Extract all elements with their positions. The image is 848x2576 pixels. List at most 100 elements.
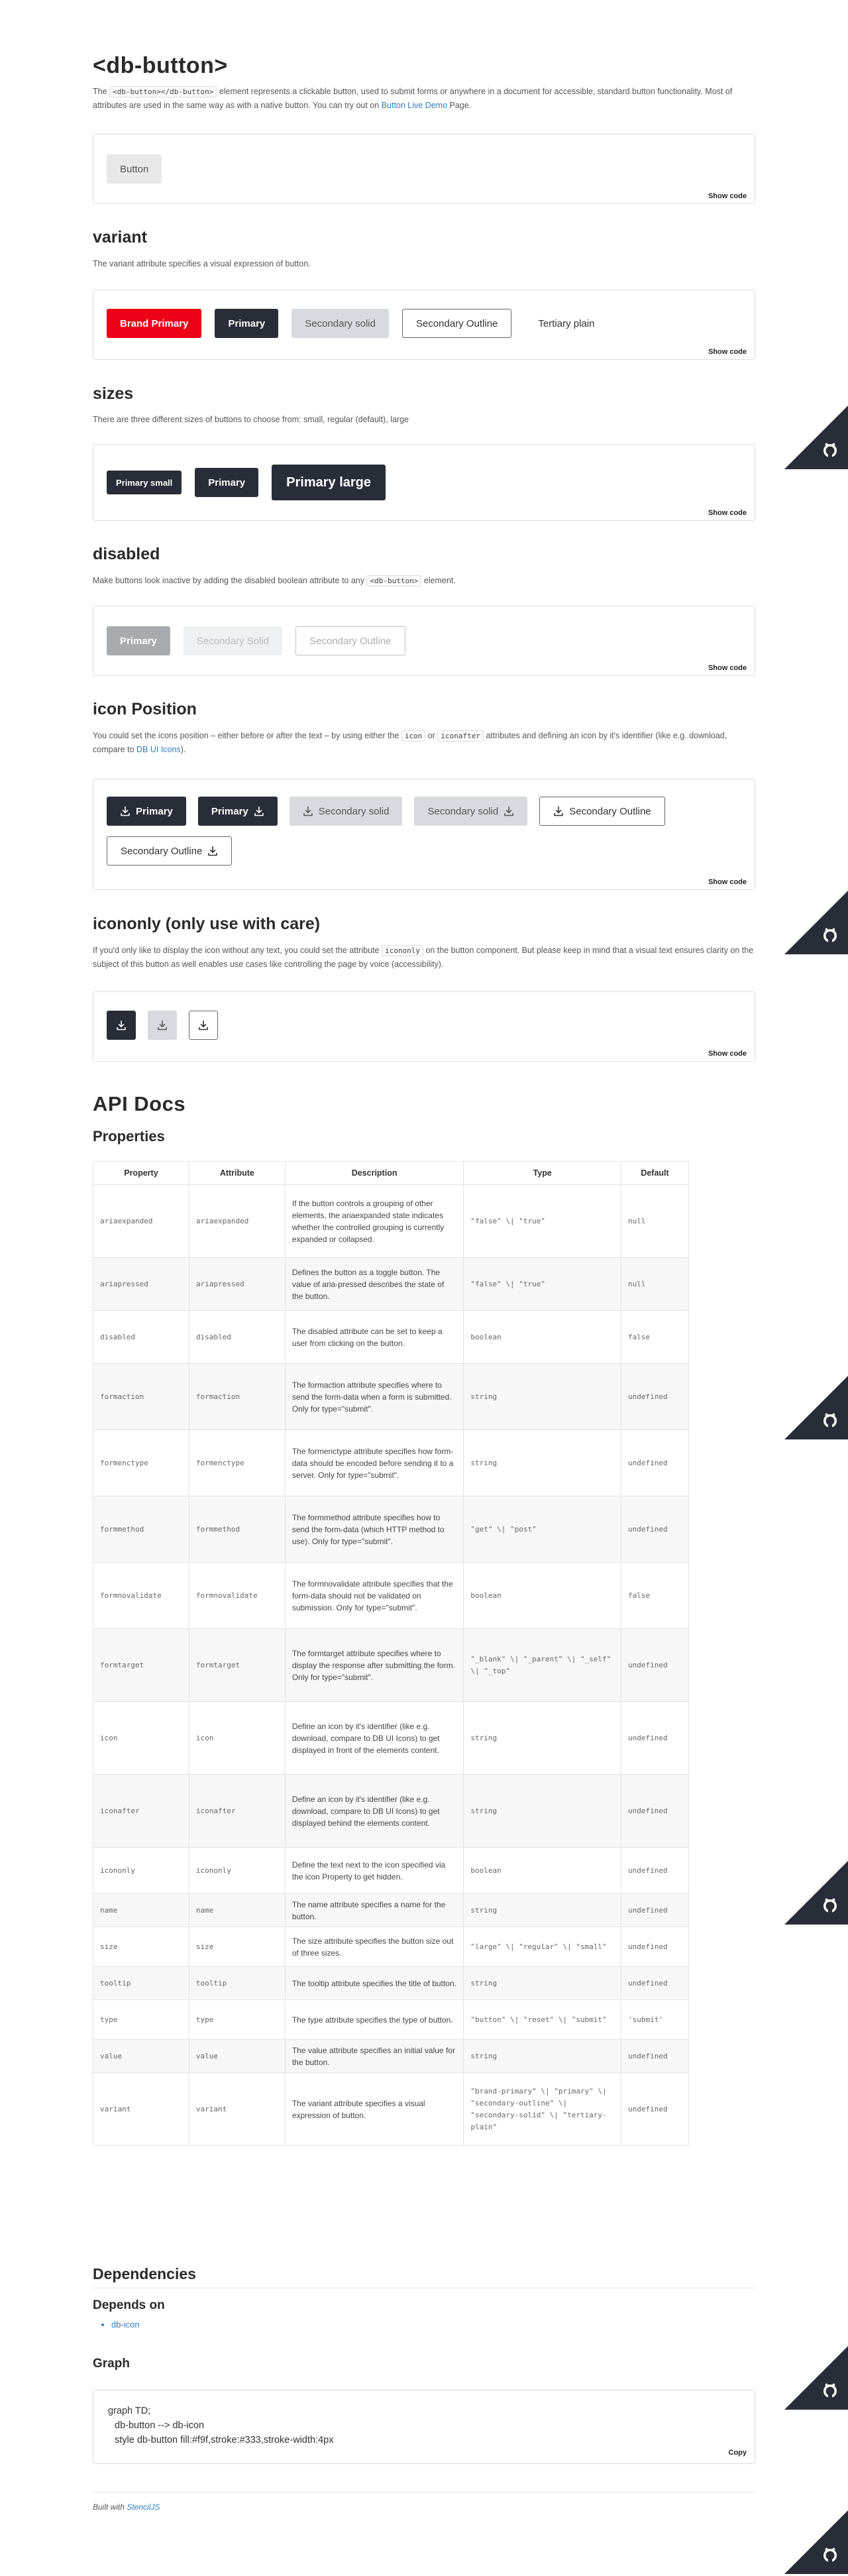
primary-icon-before-button[interactable]: Primary	[107, 797, 186, 826]
show-code-button[interactable]: Show code	[705, 191, 749, 201]
default-cell: undefined	[621, 1429, 689, 1496]
disabled-primary-button: Primary	[107, 626, 170, 655]
secondary-solid-icon-after-button[interactable]: Secondary solid	[414, 797, 528, 826]
brand-primary-button[interactable]: Brand Primary	[107, 309, 202, 338]
default-button[interactable]: Button	[107, 154, 162, 184]
sizes-demo-box: Primary small Primary Primary large Show…	[93, 444, 755, 521]
attribute-cell: icononly	[188, 1847, 286, 1894]
depends-on-list: db-icon	[93, 2320, 140, 2329]
disabled-description: Make buttons look inactive by adding the…	[93, 575, 456, 587]
stenciljs-link[interactable]: StencilJS	[127, 2502, 160, 2512]
primary-regular-button[interactable]: Primary	[195, 468, 259, 497]
type-cell: "button" \| "reset" \| "submit"	[463, 1999, 621, 2040]
secondary-solid-icononly-button[interactable]	[148, 1011, 177, 1040]
attribute-cell: variant	[188, 2072, 286, 2146]
type-cell: string	[463, 1774, 621, 1848]
show-code-button[interactable]: Show code	[705, 1048, 749, 1059]
type-cell: string	[463, 1429, 621, 1496]
type-cell: "brand-primary" \| "primary" \| "seconda…	[463, 2072, 621, 2146]
secondary-outline-icon-after-button[interactable]: Secondary Outline	[107, 836, 233, 866]
property-cell: disabled	[93, 1310, 189, 1364]
attribute-cell: formaction	[188, 1363, 286, 1430]
primary-button[interactable]: Primary	[215, 309, 279, 338]
secondary-outline-icon-before-button[interactable]: Secondary Outline	[539, 797, 665, 826]
github-corner-link[interactable]	[784, 1376, 848, 1439]
property-cell: formenctype	[93, 1429, 189, 1496]
secondary-solid-button[interactable]: Secondary solid	[292, 309, 389, 338]
table-row: disabled disabled The disabled attribute c…	[93, 1310, 689, 1364]
graph-code-box: graph TD; db-button --> db-icon style db…	[93, 2390, 755, 2464]
type-cell: "_blank" \| "_parent" \| "_self" \| "_to…	[463, 1628, 621, 1702]
list-item: db-icon	[111, 2320, 140, 2329]
github-corner-link[interactable]	[784, 2510, 848, 2574]
download-icon	[207, 846, 218, 856]
secondary-outline-icononly-button[interactable]	[189, 1011, 218, 1040]
show-code-button[interactable]: Show code	[705, 663, 749, 673]
github-corner-link[interactable]	[784, 1861, 848, 1925]
type-cell: "large" \| "regular" \| "small"	[463, 1927, 621, 1967]
download-icon	[254, 806, 264, 816]
disabled-demo-box: Primary Secondary Solid Secondary Outlin…	[93, 606, 755, 676]
github-corner-link[interactable]	[784, 406, 848, 469]
show-code-button[interactable]: Show code	[705, 508, 749, 518]
type-cell: string	[463, 2039, 621, 2073]
download-icon	[198, 1020, 209, 1031]
github-icon	[784, 406, 848, 469]
graph-code: graph TD; db-button --> db-icon style db…	[108, 2406, 334, 2445]
section-title-variant: variant	[93, 228, 147, 247]
type-cell: "false" \| "true"	[463, 1184, 621, 1258]
primary-large-button[interactable]: Primary large	[272, 465, 386, 500]
inline-code: <db-button></db-button>	[109, 86, 217, 97]
description-cell: If the button controls a grouping of oth…	[284, 1184, 464, 1258]
section-title-disabled: disabled	[93, 545, 160, 563]
table-row: icon icon Define an icon by it's identifie…	[93, 1701, 689, 1775]
tertiary-plain-button[interactable]: Tertiary plain	[525, 309, 608, 338]
db-ui-icons-link[interactable]: DB UI Icons	[136, 745, 181, 754]
default-cell: false	[621, 1310, 689, 1364]
icon-position-demo-box: Primary Primary Secondary solid Secondar…	[93, 779, 755, 890]
description-cell: Define an icon by it's identifier (like …	[284, 1774, 464, 1848]
show-code-button[interactable]: Show code	[705, 877, 749, 887]
download-icon	[120, 806, 131, 816]
description-cell: The formtarget attribute specifies where…	[284, 1628, 464, 1702]
property-cell: value	[93, 2039, 189, 2073]
table-row: value value The value attribute specifies …	[93, 2039, 689, 2073]
table-row: formnovalidate formnovalidate The formnova…	[93, 1562, 689, 1629]
inline-code: <db-button>	[366, 575, 422, 587]
primary-icononly-button[interactable]	[107, 1011, 136, 1040]
secondary-solid-icon-before-button[interactable]: Secondary solid	[289, 797, 403, 826]
primary-icon-after-button[interactable]: Primary	[197, 797, 278, 826]
table-row: formmethod formmethod The formmethod attri…	[93, 1496, 689, 1563]
attribute-cell: tooltip	[188, 1966, 286, 2000]
show-code-button[interactable]: Show code	[705, 347, 749, 357]
attribute-cell: formnovalidate	[188, 1562, 286, 1629]
github-icon	[784, 891, 848, 954]
property-cell: icon	[93, 1701, 189, 1775]
type-cell: boolean	[463, 1310, 621, 1364]
property-cell: iconafter	[93, 1774, 189, 1848]
github-corner-link[interactable]	[784, 891, 848, 954]
description-cell: The formmethod attribute specifies how t…	[284, 1496, 464, 1563]
attribute-cell: size	[188, 1927, 286, 1967]
primary-small-button[interactable]: Primary small	[107, 471, 182, 494]
type-cell: string	[463, 1893, 621, 1927]
db-icon-link[interactable]: db-icon	[111, 2320, 140, 2329]
download-icon	[116, 1020, 127, 1031]
copy-button[interactable]: Copy	[725, 2444, 749, 2461]
type-cell: boolean	[463, 1562, 621, 1629]
table-row: ariapressed ariapressed Defines the button…	[93, 1257, 689, 1311]
column-header: Default	[621, 1161, 689, 1185]
properties-table: Property Attribute Description Type Defa…	[93, 1161, 689, 2146]
description-cell: The size attribute specifies the button …	[284, 1927, 464, 1967]
property-cell: tooltip	[93, 1966, 189, 2000]
description-cell: The variant attribute specifies a visual…	[284, 2072, 464, 2146]
section-title-sizes: sizes	[93, 384, 134, 403]
default-cell: undefined	[621, 1774, 689, 1848]
default-cell: undefined	[621, 1363, 689, 1430]
live-demo-link[interactable]: Button Live Demo	[382, 101, 447, 110]
property-cell: ariapressed	[93, 1257, 189, 1311]
github-icon	[784, 2346, 848, 2410]
default-cell: undefined	[621, 1496, 689, 1563]
secondary-outline-button[interactable]: Secondary Outline	[401, 309, 512, 338]
github-corner-link[interactable]	[784, 2346, 848, 2410]
